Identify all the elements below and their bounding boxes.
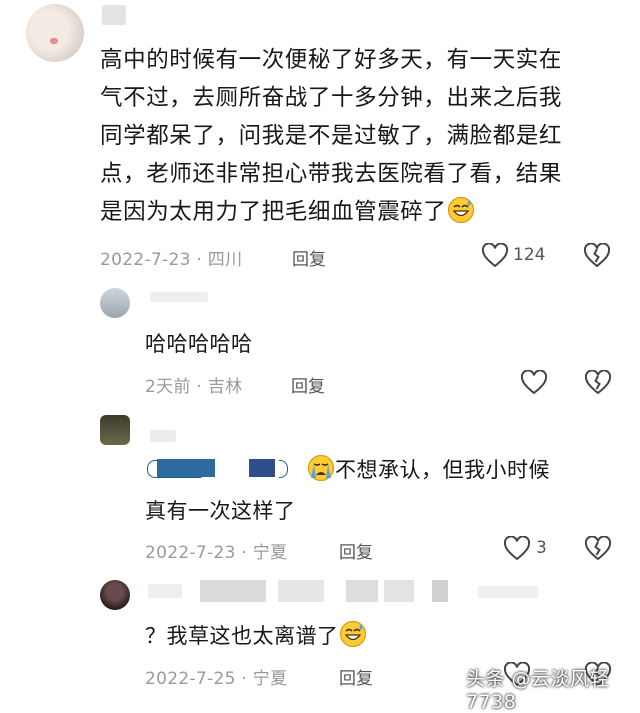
comment-meta: 2022-7-23 · 四川	[100, 250, 243, 270]
broken-heart-icon[interactable]	[583, 243, 611, 269]
comment-meta: 2022-7-23 · 宁夏	[145, 543, 288, 563]
sweat-smile-emoji	[447, 196, 475, 236]
broken-heart-icon[interactable]	[584, 536, 612, 562]
heart-icon[interactable]	[503, 536, 531, 562]
avatar[interactable]	[100, 580, 130, 610]
heart-icon[interactable]	[481, 243, 509, 269]
crying-emoji	[307, 454, 335, 493]
sweat-smile-emoji	[339, 620, 367, 659]
like-count: 124	[513, 245, 546, 265]
reply-button[interactable]: 回复	[291, 372, 325, 397]
like-count: 3	[536, 538, 547, 558]
heart-icon[interactable]	[520, 370, 548, 396]
comment-text: ？我草这也太离谱了	[145, 618, 367, 659]
username-redacted	[102, 5, 126, 25]
reply-button[interactable]: 回复	[292, 245, 326, 270]
comment-meta: 2022-7-25 · 宁夏	[145, 669, 288, 689]
comment-text: 高中的时候有一次便秘了好多天，有一天实在 气不过，去厕所奋战了十多分钟，出来之后…	[100, 41, 630, 236]
reply-button[interactable]: 回复	[339, 538, 373, 563]
comment-meta: 2天前 · 吉林	[145, 377, 243, 397]
comment-text: 哈哈哈哈哈	[145, 332, 253, 356]
reply-button[interactable]: 回复	[339, 664, 373, 689]
comment-text: 不想承认，但我小时候 真有一次这样了	[145, 452, 625, 529]
username-redacted	[150, 292, 208, 302]
username-redacted	[148, 578, 548, 604]
watermark: 头条 @云淡风轻7738	[466, 668, 610, 713]
avatar[interactable]	[26, 4, 84, 62]
avatar[interactable]	[100, 415, 130, 445]
broken-heart-icon[interactable]	[584, 370, 612, 396]
avatar[interactable]	[100, 288, 130, 318]
username-redacted	[150, 430, 176, 442]
